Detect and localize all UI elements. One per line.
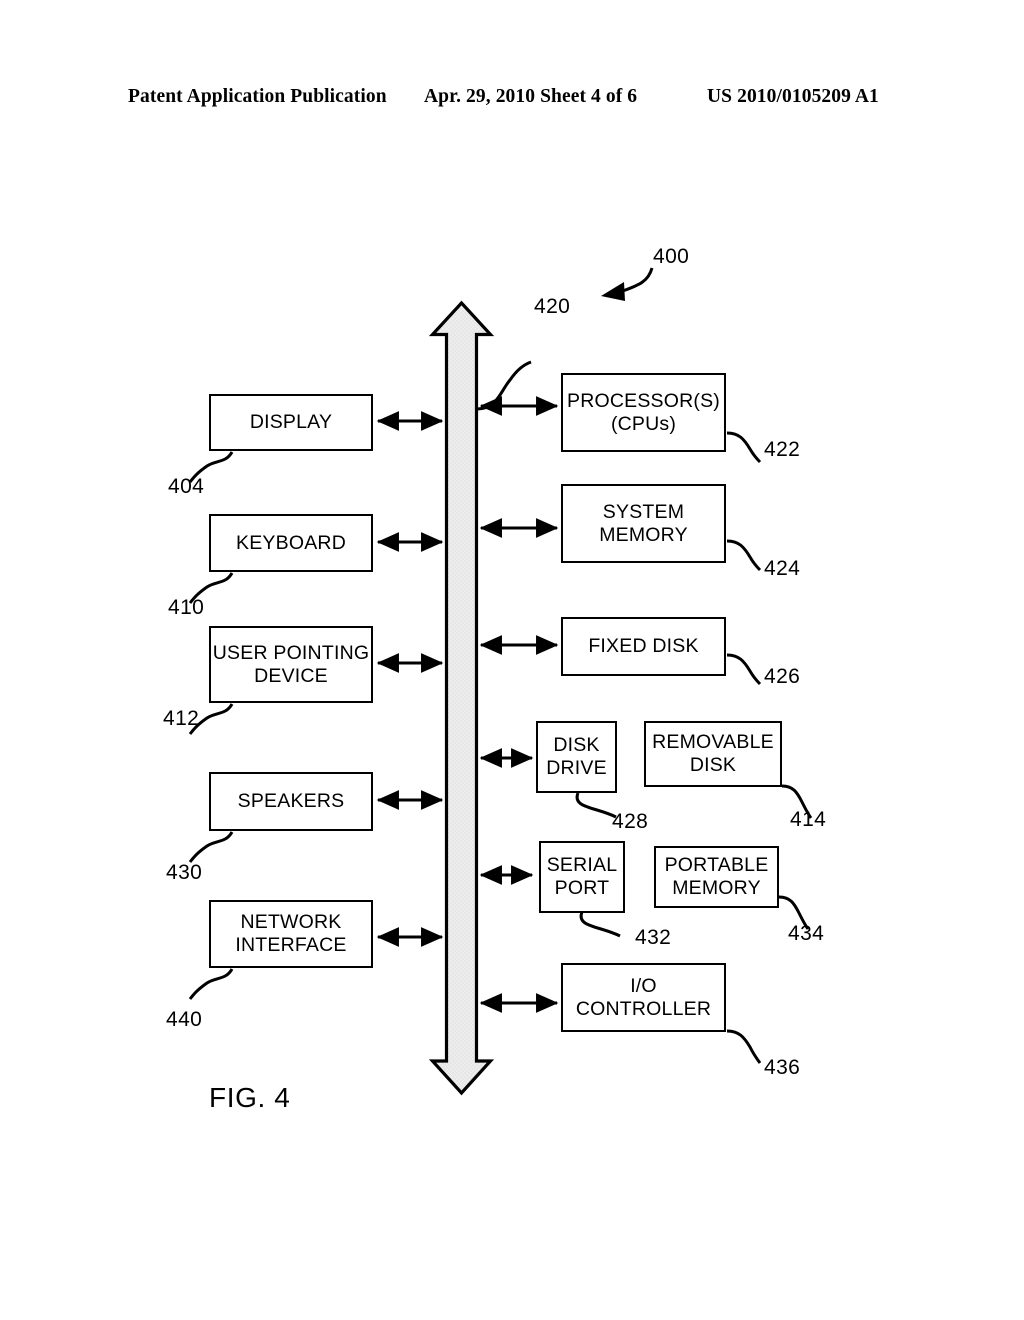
refnum-420: 420: [534, 295, 571, 318]
peripheral-box-network-interface-label: NETWORK INTERFACE: [235, 911, 347, 956]
peripheral-box-display[interactable]: DISPLAY: [209, 394, 373, 451]
refnum-422: 422: [764, 438, 801, 461]
bus-ref-leader: [476, 360, 532, 411]
media-box-removable-disk-label: REMOVABLE DISK: [652, 731, 774, 776]
peripheral-bus-connectors: [376, 411, 444, 947]
peripheral-box-speakers-label: SPEAKERS: [237, 790, 345, 813]
figure-caption: FIG. 4: [209, 1082, 291, 1113]
refnum-436: 436: [764, 1056, 801, 1079]
refnum-404: 404: [168, 475, 205, 498]
media-box-removable-disk[interactable]: REMOVABLE DISK: [644, 721, 782, 787]
media-box-portable-memory[interactable]: PORTABLE MEMORY: [654, 846, 779, 908]
core-box-system-memory-label: SYSTEM MEMORY: [599, 500, 688, 546]
peripheral-box-user-pointing-device[interactable]: USER POINTING DEVICE: [209, 626, 373, 703]
core-box-system-memory[interactable]: SYSTEM MEMORY: [561, 484, 726, 563]
media-box-portable-memory-label: PORTABLE MEMORY: [664, 854, 769, 899]
peripheral-box-speakers[interactable]: SPEAKERS: [209, 772, 373, 831]
core-box-disk-drive[interactable]: DISK DRIVE: [536, 721, 617, 793]
refnum-410: 410: [168, 596, 205, 619]
refnum-430: 430: [166, 861, 203, 884]
core-box-processors[interactable]: PROCESSOR(S) (CPUs): [561, 373, 726, 452]
peripheral-box-keyboard[interactable]: KEYBOARD: [209, 514, 373, 572]
core-box-processors-label: PROCESSOR(S) (CPUs): [566, 389, 720, 435]
patent-figure-4: DISPLAY KEYBOARD USER POINTING DEVICE SP…: [0, 0, 1024, 1320]
refnum-412: 412: [163, 707, 200, 730]
peripheral-box-keyboard-label: KEYBOARD: [236, 531, 346, 554]
peripheral-box-network-interface[interactable]: NETWORK INTERFACE: [209, 900, 373, 968]
system-ref-leader: [601, 267, 654, 301]
core-box-disk-drive-label: DISK DRIVE: [546, 734, 607, 779]
refnum-434: 434: [788, 922, 825, 945]
refnum-414: 414: [790, 808, 827, 831]
peripheral-box-display-label: DISPLAY: [249, 411, 333, 434]
refnum-426: 426: [764, 665, 801, 688]
core-box-serial-port-label: SERIAL PORT: [546, 854, 618, 899]
refnum-400: 400: [653, 245, 690, 268]
core-box-io-controller-label: I/O CONTROLLER: [575, 974, 712, 1020]
peripheral-box-user-pointing-device-label: USER POINTING DEVICE: [212, 641, 370, 687]
core-box-fixed-disk[interactable]: FIXED DISK: [561, 617, 726, 676]
refnum-440: 440: [166, 1008, 203, 1031]
refnum-432: 432: [635, 926, 672, 949]
core-box-serial-port[interactable]: SERIAL PORT: [539, 841, 625, 913]
core-box-io-controller[interactable]: I/O CONTROLLER: [561, 963, 726, 1032]
core-box-fixed-disk-label: FIXED DISK: [588, 635, 699, 658]
refnum-424: 424: [764, 557, 801, 580]
refnum-428: 428: [612, 810, 649, 833]
figure-vector-layer: [188, 267, 813, 1096]
bus-core-connectors: [479, 396, 559, 1013]
